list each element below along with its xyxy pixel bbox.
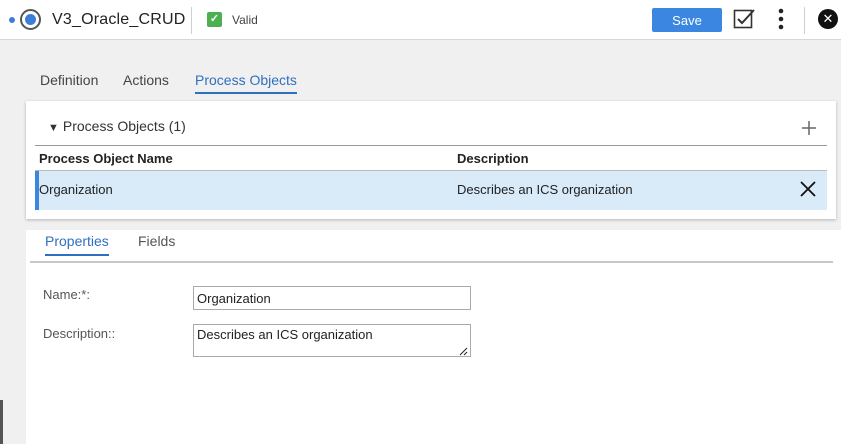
- header-divider: [804, 7, 805, 34]
- process-objects-section-label: Process Objects (1): [62, 118, 186, 134]
- tab-actions[interactable]: Actions: [123, 72, 169, 92]
- save-button[interactable]: Save: [652, 8, 722, 32]
- description-input[interactable]: Describes an ICS organization: [193, 324, 471, 357]
- resize-grip-icon[interactable]: [459, 347, 468, 356]
- collapse-triangle-icon: ▼: [48, 122, 59, 134]
- description-label: Description::: [43, 326, 116, 341]
- more-vertical-icon[interactable]: [777, 8, 785, 30]
- window-edge: [0, 400, 3, 444]
- process-objects-panel: ▼ Process Objects (1) Process Object Name…: [26, 101, 836, 219]
- unsaved-indicator-dot: [9, 17, 15, 23]
- name-input[interactable]: [193, 286, 471, 310]
- column-header-description: Description: [457, 151, 529, 166]
- tab-process-objects[interactable]: Process Objects: [195, 72, 297, 94]
- remove-icon[interactable]: [799, 180, 817, 198]
- details-panel: Properties Fields Name:*: Description:: …: [26, 230, 841, 444]
- app-header: V3_Oracle_CRUD ✓ Valid Save ✕: [0, 0, 841, 40]
- process-objects-toggle[interactable]: ▼ Process Objects (1): [48, 118, 186, 134]
- checklist-icon[interactable]: [733, 8, 755, 30]
- add-icon[interactable]: [801, 120, 817, 136]
- app-icon: [20, 9, 41, 30]
- app-title: V3_Oracle_CRUD: [52, 11, 186, 28]
- tab-properties[interactable]: Properties: [45, 233, 109, 256]
- table-row[interactable]: Organization Describes an ICS organizati…: [35, 171, 827, 210]
- tab-fields[interactable]: Fields: [138, 233, 175, 254]
- row-name-cell: Organization: [39, 182, 113, 197]
- row-description-cell: Describes an ICS organization: [457, 182, 633, 197]
- validation-status: Valid: [232, 13, 258, 27]
- close-icon[interactable]: ✕: [818, 9, 838, 29]
- column-header-name: Process Object Name: [39, 151, 173, 166]
- tab-definition[interactable]: Definition: [40, 72, 98, 92]
- name-label: Name:*:: [43, 287, 90, 302]
- table-header: Process Object Name Description: [35, 145, 827, 171]
- header-divider: [191, 7, 192, 34]
- details-tab-divider: [30, 261, 833, 263]
- valid-check-icon: ✓: [207, 12, 222, 27]
